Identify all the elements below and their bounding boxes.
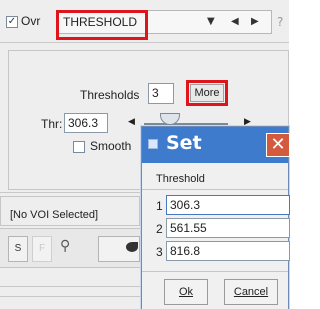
ovr-checkbox[interactable]: ✓ <box>6 16 18 28</box>
divider <box>0 42 289 43</box>
voi-selection-label: [No VOI Selected] <box>10 209 99 221</box>
cancel-button[interactable]: Cancel <box>224 279 278 305</box>
ovr-label: Ovr <box>21 14 41 28</box>
slider-left-arrow-icon[interactable]: ◀ <box>128 117 135 127</box>
paint-tool-icon <box>126 242 138 252</box>
thr-label: Thr: <box>41 117 63 131</box>
smooth-checkbox[interactable] <box>73 141 85 153</box>
threshold-1-input[interactable]: 306.3 <box>166 195 290 215</box>
ok-button[interactable]: Ok <box>164 279 208 305</box>
divider <box>142 189 288 190</box>
dialog-title: Set <box>166 132 202 154</box>
threshold-2-input[interactable]: 561.55 <box>166 218 290 238</box>
more-button[interactable]: More <box>190 84 224 102</box>
threshold-group-label: Threshold <box>156 173 205 185</box>
s-button[interactable]: S <box>8 236 28 262</box>
threshold-3-input[interactable]: 816.8 <box>166 241 290 261</box>
dropdown-arrow-icon[interactable]: ▼ <box>207 16 215 27</box>
threshold-row-number: 3 <box>156 245 163 259</box>
threshold-row-number: 2 <box>156 222 163 236</box>
next-arrow-icon[interactable]: ▶ <box>251 16 259 27</box>
close-icon[interactable]: ✕ <box>266 133 290 157</box>
help-icon[interactable]: ? <box>277 10 289 34</box>
threshold-slider-track[interactable] <box>144 123 228 125</box>
set-dialog: Set ✕ Threshold 1 306.3 2 561.55 3 816.8… <box>141 126 290 309</box>
thresholds-label: Thresholds <box>80 88 140 102</box>
prev-arrow-icon[interactable]: ◀ <box>231 16 239 27</box>
pin-icon[interactable]: ⚲ <box>60 238 76 258</box>
threshold-annotation-box <box>56 10 148 40</box>
threshold-count-input[interactable]: 3 <box>148 83 174 104</box>
threshold-row-number: 1 <box>156 199 163 213</box>
f-button[interactable]: F <box>32 236 52 262</box>
divider <box>142 271 288 272</box>
smooth-label: Smooth <box>90 139 132 153</box>
thr-value-input[interactable]: 306.3 <box>64 113 108 133</box>
dialog-app-icon <box>148 139 158 149</box>
